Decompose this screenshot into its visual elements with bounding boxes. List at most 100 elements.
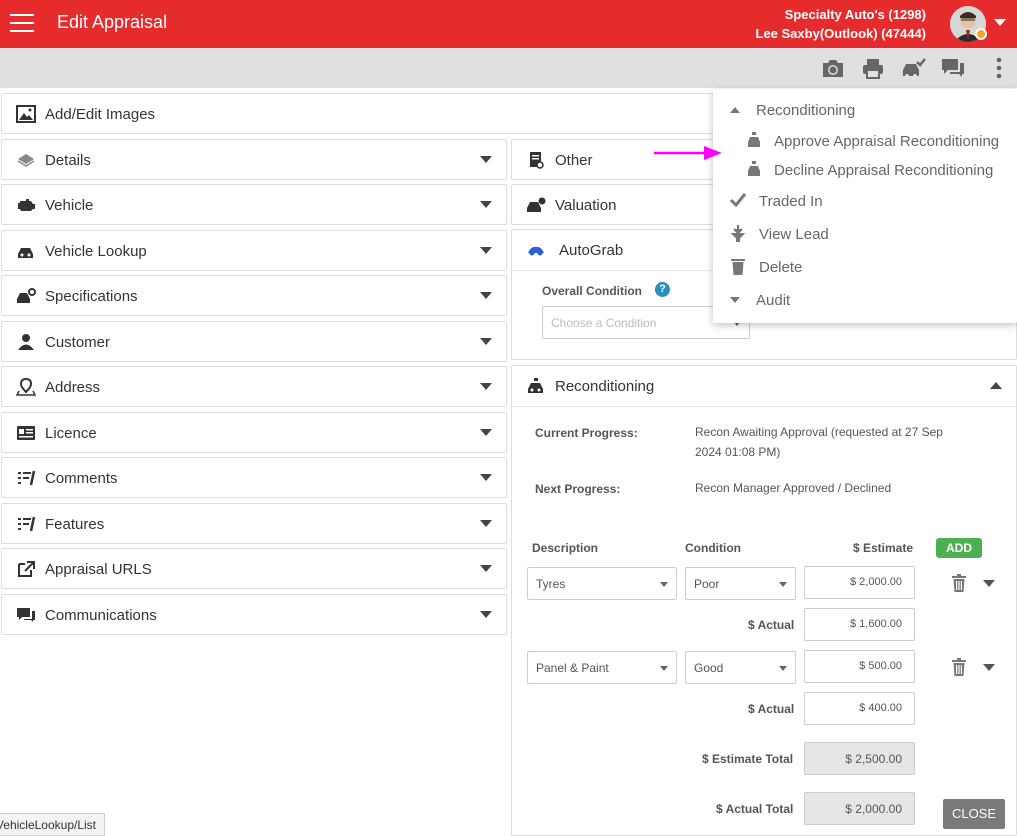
chevron-down-icon[interactable] <box>730 297 740 303</box>
close-button[interactable]: CLOSE <box>943 799 1005 829</box>
panel-title: Communications <box>45 607 157 624</box>
panel-features[interactable]: Features <box>1 503 507 544</box>
panel-title: Features <box>45 516 105 533</box>
panel-details[interactable]: Details <box>1 139 507 180</box>
estimate-input[interactable]: $ 2,000.00 <box>804 566 915 599</box>
panel-title: Vehicle Lookup <box>45 243 147 260</box>
menu-item-traded-in[interactable]: Traded In <box>759 193 823 210</box>
panel-title: Other <box>555 152 593 169</box>
map-pin-icon <box>16 378 36 396</box>
menu-section-reconditioning[interactable]: Reconditioning <box>756 102 855 119</box>
panel-title: Reconditioning <box>555 378 655 395</box>
funnel-icon <box>730 225 746 242</box>
chevron-up-icon[interactable] <box>730 107 740 113</box>
chevron-down-icon[interactable] <box>480 247 492 254</box>
menu-item-view-lead[interactable]: View Lead <box>759 226 829 243</box>
condition-select[interactable]: Poor <box>685 567 796 600</box>
car-search-icon <box>18 248 33 258</box>
chevron-down-icon[interactable] <box>994 19 1006 26</box>
panel-title: Customer <box>45 334 111 351</box>
panel-specifications[interactable]: Specifications <box>1 275 507 316</box>
chevron-down-icon[interactable] <box>480 383 492 390</box>
more-vertical-icon[interactable] <box>986 56 1012 80</box>
chevron-down-icon[interactable] <box>480 201 492 208</box>
chevron-down-icon[interactable] <box>480 474 492 481</box>
menu-item-delete[interactable]: Delete <box>759 259 802 276</box>
chevron-down-icon[interactable] <box>480 156 492 163</box>
col-estimate: $ Estimate <box>853 541 914 555</box>
panel-address[interactable]: Address <box>1 366 507 407</box>
image-icon <box>16 105 36 123</box>
car-check-icon[interactable] <box>900 56 926 80</box>
panel-title: Specifications <box>45 288 138 305</box>
trash-icon[interactable] <box>952 574 966 592</box>
panel-title: Add/Edit Images <box>45 106 156 123</box>
panel-appraisal-urls[interactable]: Appraisal URLS <box>1 548 507 589</box>
page-title: Edit Appraisal <box>57 12 168 32</box>
chevron-down-icon[interactable] <box>480 338 492 345</box>
menu-item-approve-recon[interactable]: Approve Appraisal Reconditioning <box>774 133 999 150</box>
next-progress-label: Next Progress: <box>535 482 621 496</box>
panel-valuation[interactable]: Valuation <box>511 184 721 225</box>
comment-list-icon <box>18 470 36 486</box>
chevron-up-icon[interactable] <box>990 382 1002 389</box>
hamburger-menu-icon[interactable] <box>10 14 34 32</box>
panel-title: Vehicle <box>45 197 94 214</box>
chevron-down-icon[interactable] <box>480 429 492 436</box>
car-repair-icon <box>528 378 543 393</box>
panel-vehicle[interactable]: Vehicle <box>1 184 507 225</box>
user-info: Specialty Auto's (1298) Lee Saxby(Outloo… <box>756 5 927 43</box>
panel-customer[interactable]: Customer <box>1 321 507 362</box>
panel-licence[interactable]: Licence <box>1 412 507 453</box>
add-button[interactable]: ADD <box>936 538 982 558</box>
toolbar <box>0 48 1017 88</box>
description-select[interactable]: Panel & Paint <box>527 651 677 684</box>
panel-vehicle-lookup[interactable]: Vehicle Lookup <box>1 230 507 271</box>
chevron-down-icon[interactable] <box>480 520 492 527</box>
panel-comments[interactable]: Comments <box>1 457 507 498</box>
car-settings-icon <box>17 288 36 303</box>
next-progress-value: Recon Manager Approved / Declined <box>695 481 892 495</box>
help-icon[interactable]: ? <box>655 282 670 297</box>
menu-section-audit[interactable]: Audit <box>756 292 790 309</box>
chevron-down-icon[interactable] <box>983 664 995 671</box>
actual-input[interactable]: $ 400.00 <box>804 692 915 725</box>
panel-title: Licence <box>45 425 97 442</box>
description-select[interactable]: Tyres <box>527 567 677 600</box>
overall-condition-label: Overall Condition <box>542 284 643 298</box>
engine-icon <box>18 199 35 211</box>
car-dollar-icon <box>527 197 546 212</box>
panel-title: Address <box>45 379 101 396</box>
chat-icon[interactable] <box>940 56 966 80</box>
description-value: Panel & Paint <box>536 661 609 675</box>
current-progress-label: Current Progress: <box>535 426 638 440</box>
actual-total-value: $ 2,000.00 <box>804 792 915 825</box>
panel-communications[interactable]: Communications <box>1 594 507 635</box>
current-progress-line-2: 2024 01:08 PM) <box>695 445 781 459</box>
actual-label: $ Actual <box>748 702 795 716</box>
col-condition: Condition <box>685 541 741 555</box>
trash-icon[interactable] <box>952 658 966 676</box>
status-dot <box>975 28 987 40</box>
status-url-text: VehicleLookup/List <box>0 818 96 832</box>
panel-title: Valuation <box>555 197 617 214</box>
condition-select[interactable]: Good <box>685 651 796 684</box>
chevron-down-icon[interactable] <box>480 611 492 618</box>
panel-title: Comments <box>45 470 118 487</box>
camera-icon[interactable] <box>820 56 846 80</box>
actual-input[interactable]: $ 1,600.00 <box>804 608 915 641</box>
document-icon <box>530 152 544 169</box>
chevron-down-icon[interactable] <box>480 565 492 572</box>
check-icon <box>729 193 747 208</box>
external-link-icon <box>18 561 35 577</box>
panel-title: Details <box>45 152 91 169</box>
panel-title: Appraisal URLS <box>45 561 152 578</box>
estimate-input[interactable]: $ 500.00 <box>804 650 915 683</box>
chevron-down-icon[interactable] <box>480 292 492 299</box>
print-icon[interactable] <box>860 56 886 80</box>
menu-item-decline-recon[interactable]: Decline Appraisal Reconditioning <box>774 162 993 179</box>
chevron-down-icon[interactable] <box>983 580 995 587</box>
panel-add-edit-images[interactable]: Add/Edit Images <box>1 93 717 134</box>
car-repair-icon <box>748 161 760 176</box>
autograb-logo-icon <box>528 246 544 256</box>
